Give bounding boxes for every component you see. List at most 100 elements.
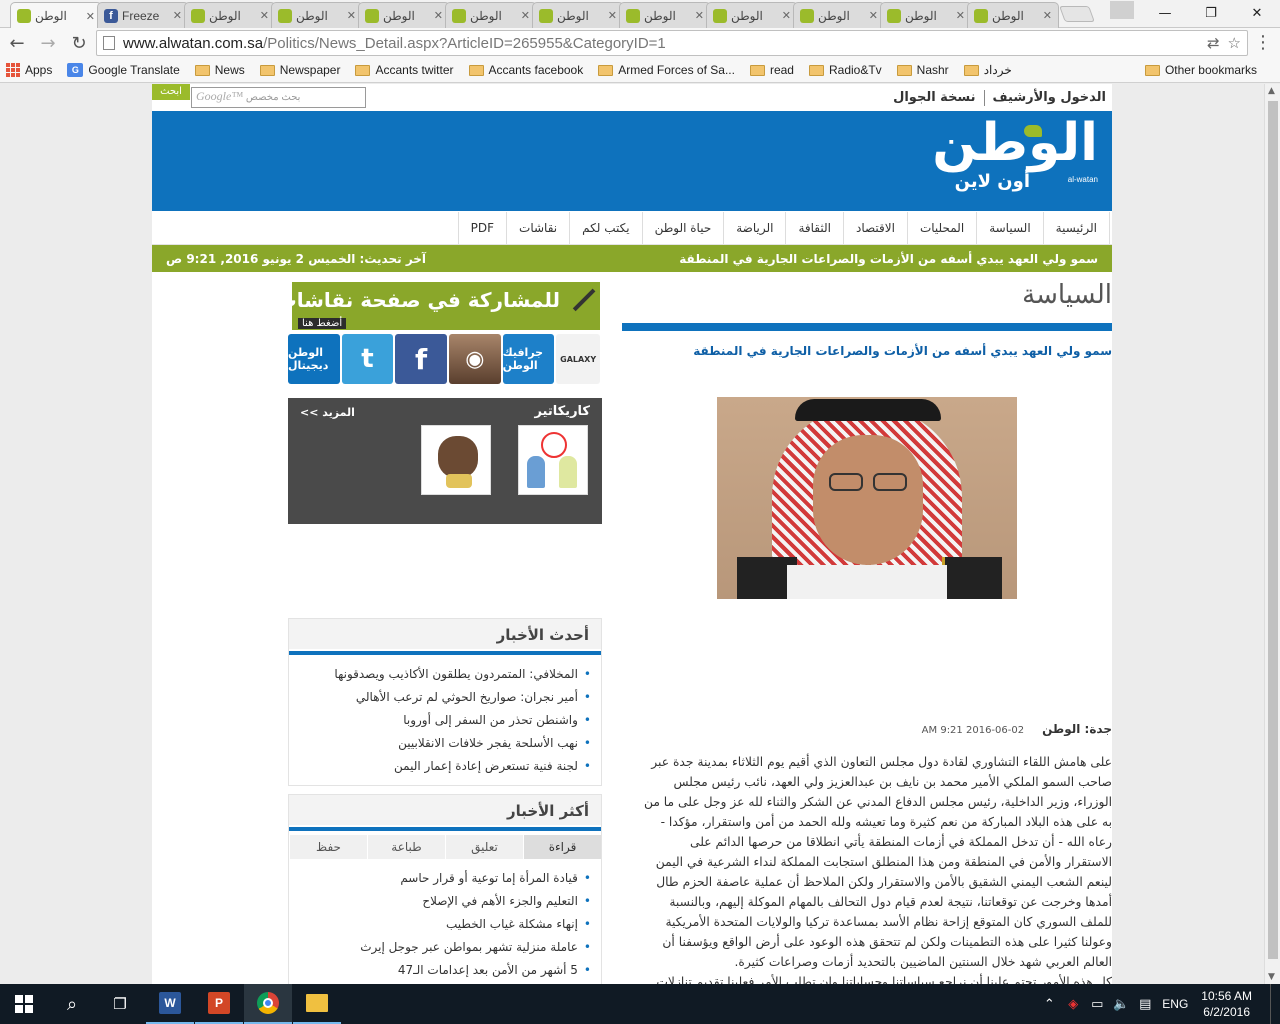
article-title[interactable]: سمو ولي العهد يبدي أسفه من الأزمات والصر… <box>622 344 1112 358</box>
reload-button[interactable]: ↻ <box>65 29 93 57</box>
chrome-app[interactable] <box>244 984 292 1024</box>
nav-item[interactable]: نقاشات <box>506 211 569 244</box>
browser-tab[interactable]: الوطن ✕ <box>967 2 1059 28</box>
facebook-icon[interactable]: f <box>395 334 447 384</box>
nav-item[interactable]: حياة الوطن <box>641 211 724 244</box>
forward-button[interactable]: → <box>34 29 62 57</box>
task-view-icon[interactable]: ❐ <box>96 984 144 1024</box>
close-window-button[interactable]: ✕ <box>1234 0 1280 26</box>
browser-tab[interactable]: الوطن ✕ <box>619 2 711 28</box>
language-indicator[interactable]: ENG <box>1157 997 1193 1011</box>
close-tab-icon[interactable]: ✕ <box>347 9 356 22</box>
search-input[interactable]: Google™ بحث مخصص <box>191 87 366 108</box>
scroll-up-icon[interactable]: ▲ <box>1268 86 1275 96</box>
scroll-down-icon[interactable]: ▼ <box>1268 972 1275 982</box>
bookmark-item[interactable]: Newspaper <box>259 63 340 77</box>
translate-icon[interactable]: ⇄ <box>1207 34 1220 52</box>
other-bookmarks[interactable]: Other bookmarks <box>1144 63 1257 77</box>
latest-news-item[interactable]: نهب الأسلحة يفجر خلافات الانقلابيين <box>289 732 591 755</box>
latest-news-item[interactable]: المخلافي: المتمردون يطلقون الأكاذيب ويصد… <box>289 663 591 686</box>
nav-item[interactable]: السياسة <box>976 211 1042 244</box>
most-news-item[interactable]: التعليم والجزء الأهم في الإصلاح <box>289 890 591 913</box>
bookmark-item[interactable]: News <box>194 63 245 77</box>
scrollbar-thumb[interactable] <box>1268 101 1278 959</box>
latest-news-item[interactable]: لجنة فنية تستعرض إعادة إعمار اليمن <box>289 755 591 778</box>
volume-icon[interactable]: 🔈 <box>1109 997 1133 1012</box>
nav-item[interactable]: PDF <box>457 211 506 244</box>
show-desktop-button[interactable] <box>1270 984 1280 1024</box>
profile-button[interactable] <box>1110 1 1134 19</box>
bookmark-item[interactable]: خرداد <box>963 63 1012 77</box>
bookmark-item[interactable]: Accants twitter <box>355 63 454 77</box>
bookmark-item[interactable]: G Google Translate <box>67 63 180 77</box>
close-tab-icon[interactable]: ✕ <box>608 9 617 22</box>
clock[interactable]: 10:56 AM 6/2/2016 <box>1201 988 1252 1020</box>
login-archive-link[interactable]: الدخول والأرشيف <box>993 90 1106 106</box>
close-tab-icon[interactable]: ✕ <box>521 9 530 22</box>
browser-tab[interactable]: الوطن ✕ <box>880 2 972 28</box>
restore-button[interactable]: ❐ <box>1188 0 1234 26</box>
browser-tab[interactable]: الوطن ✕ <box>532 2 624 28</box>
browser-tab[interactable]: f Freeze ✕ <box>97 2 189 28</box>
bookmark-star-icon[interactable]: ☆ <box>1228 34 1241 52</box>
nav-item[interactable]: الرئيسية <box>1042 211 1110 244</box>
close-tab-icon[interactable]: ✕ <box>782 9 791 22</box>
graphic-icon[interactable]: جرافيك الوطن <box>502 334 555 384</box>
close-tab-icon[interactable]: ✕ <box>956 9 965 22</box>
most-news-tab[interactable]: تعليق <box>445 835 523 859</box>
alwatan-digital-icon[interactable]: الوطن ديجيتال <box>288 334 340 384</box>
close-tab-icon[interactable]: ✕ <box>86 10 95 23</box>
network-icon[interactable]: ▭ <box>1085 997 1109 1012</box>
galaxy-icon[interactable]: GALAXY <box>556 334 600 384</box>
most-news-item[interactable]: عاملة منزلية تشهر بمواطن عبر جوجل إيرث <box>289 936 591 959</box>
browser-tab[interactable]: الوطن ✕ <box>445 2 537 28</box>
file-explorer-app[interactable] <box>293 984 341 1024</box>
bookmark-item[interactable]: Radio&Tv <box>808 63 882 77</box>
most-news-item[interactable]: إنهاء مشكلة غياب الخطيب <box>289 913 591 936</box>
latest-news-item[interactable]: أمير نجران: صواريخ الحوثي لم ترعب الأهال… <box>289 686 591 709</box>
cartoon-more-link[interactable]: المزيد >> <box>300 406 355 419</box>
most-news-tab[interactable]: قراءة <box>523 835 601 859</box>
acrobat-icon[interactable]: ◈ <box>1061 997 1085 1012</box>
nashat-banner[interactable]: للمشاركة في صفحة نقاشات أضغط هنا <box>277 282 600 330</box>
bookmark-item[interactable]: Accants facebook <box>468 63 583 77</box>
most-news-tab[interactable]: طباعة <box>367 835 445 859</box>
close-tab-icon[interactable]: ✕ <box>695 9 704 22</box>
most-news-item[interactable]: 5 أشهر من الأمن بعد إعدامات الـ47 <box>289 959 591 982</box>
latest-news-item[interactable]: واشنطن تحذر من السفر إلى أوروبا <box>289 709 591 732</box>
twitter-icon[interactable]: t <box>341 334 394 384</box>
close-tab-icon[interactable]: ✕ <box>434 9 443 22</box>
most-news-item[interactable]: قيادة المرأة إما توعية أو قرار حاسم <box>289 867 591 890</box>
address-bar[interactable]: www.alwatan.com.sa/Politics/News_Detail.… <box>96 30 1248 56</box>
close-tab-icon[interactable]: ✕ <box>173 9 182 22</box>
search-taskbar-icon[interactable]: ⌕ <box>48 984 96 1024</box>
nav-item[interactable]: المحليات <box>906 211 976 244</box>
browser-tab[interactable]: الوطن ✕ <box>706 2 798 28</box>
nav-item[interactable]: الثقافة <box>785 211 843 244</box>
search-button[interactable]: ابحث <box>152 84 190 100</box>
nav-item[interactable]: الرياضة <box>723 211 785 244</box>
bookmark-item[interactable]: Apps <box>6 63 52 77</box>
close-tab-icon[interactable]: ✕ <box>869 9 878 22</box>
alwatan-logo[interactable]: الوطن أون لاين al-watan <box>893 113 1100 199</box>
most-news-tab[interactable]: حفظ <box>289 835 367 859</box>
cartoon-thumbnail[interactable] <box>518 425 588 495</box>
back-button[interactable]: ← <box>3 29 31 57</box>
powerpoint-app[interactable]: P <box>195 984 243 1024</box>
mobile-version-link[interactable]: نسخة الجوال <box>893 90 975 106</box>
browser-tab[interactable]: الوطن ✕ <box>271 2 363 28</box>
instagram-icon[interactable]: ◉ <box>448 334 501 384</box>
chevron-up-icon[interactable]: ⌃ <box>1037 997 1061 1012</box>
bookmark-item[interactable]: Armed Forces of Sa... <box>598 63 735 77</box>
start-button[interactable] <box>0 984 48 1024</box>
ticker-headline[interactable]: سمو ولي العهد يبدي أسفه من الأزمات والصر… <box>679 252 1098 266</box>
notifications-icon[interactable]: ▤ <box>1133 997 1157 1012</box>
bookmark-item[interactable]: Nashr <box>896 63 949 77</box>
nav-item[interactable]: الاقتصاد <box>843 211 907 244</box>
close-tab-icon[interactable]: ✕ <box>1043 9 1052 22</box>
browser-tab[interactable]: الوطن ✕ <box>10 2 102 29</box>
cartoon-thumbnail[interactable] <box>421 425 491 495</box>
browser-tab[interactable]: الوطن ✕ <box>358 2 450 28</box>
word-app[interactable]: W <box>146 984 194 1024</box>
vertical-scrollbar[interactable]: ▲ ▼ <box>1264 84 1280 984</box>
